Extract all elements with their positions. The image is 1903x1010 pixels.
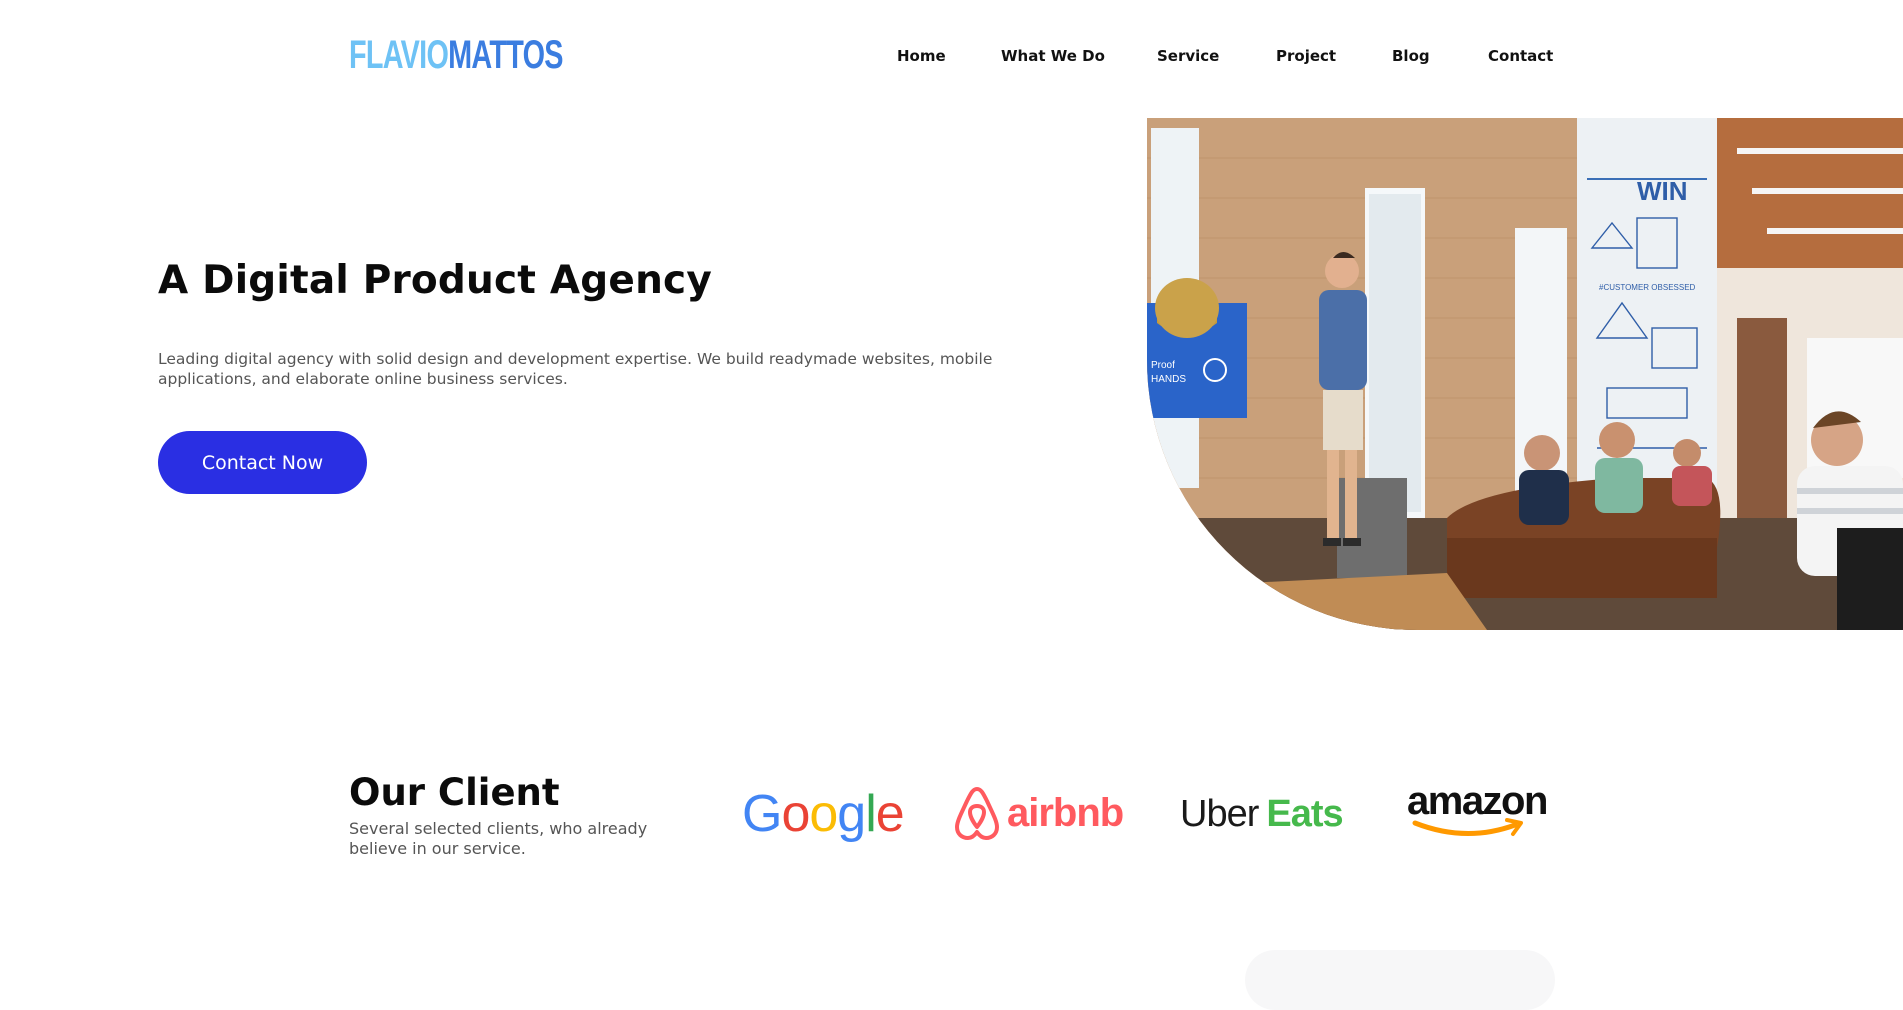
our-client-title: Our Client	[349, 771, 560, 814]
nav-home[interactable]: Home	[897, 47, 946, 65]
google-letter-o1: o	[781, 785, 810, 843]
our-client-description: Several selected clients, who already be…	[349, 819, 648, 858]
airbnb-wordmark: airbnb	[1007, 790, 1124, 835]
eats-word: Eats	[1266, 793, 1343, 835]
nav-blog[interactable]: Blog	[1392, 47, 1430, 65]
hero-title: A Digital Product Agency	[158, 258, 712, 303]
office-presentation-illustration: WIN #CUSTOMER OBSESSED Proof HANDS	[1147, 118, 1903, 630]
google-letter-g2: g	[837, 785, 866, 843]
google-letter-o2: o	[809, 785, 838, 843]
mural-win-text: WIN	[1637, 176, 1688, 206]
contact-now-button[interactable]: Contact Now	[158, 431, 367, 494]
amazon-smile-arrow-icon	[1412, 818, 1523, 837]
google-letter-l: l	[865, 785, 877, 843]
mural-customer-text: #CUSTOMER OBSESSED	[1599, 283, 1696, 292]
nav-contact[interactable]: Contact	[1488, 47, 1553, 65]
amazon-logo: amazon	[1407, 781, 1552, 841]
next-section-card	[1245, 950, 1555, 1010]
uber-eats-logo: Uber Eats	[1180, 793, 1344, 836]
tv-screen-text-2: HANDS	[1151, 374, 1186, 385]
google-letter-e: e	[875, 785, 905, 843]
hero-description: Leading digital agency with solid design…	[158, 350, 993, 388]
google-letter-g: G	[742, 785, 782, 843]
tv-screen-text-1: Proof	[1151, 360, 1175, 371]
uber-word: Uber	[1180, 793, 1259, 835]
airbnb-logo: airbnb	[953, 785, 1124, 841]
main-nav: Home What We Do Service Project Blog Con…	[0, 47, 1903, 71]
hero-image: WIN #CUSTOMER OBSESSED Proof HANDS	[1147, 118, 1903, 630]
nav-what-we-do[interactable]: What We Do	[1001, 47, 1105, 65]
airbnb-belo-icon	[955, 787, 999, 840]
nav-service[interactable]: Service	[1157, 47, 1219, 65]
google-logo: Google	[742, 784, 905, 844]
nav-project[interactable]: Project	[1276, 47, 1336, 65]
